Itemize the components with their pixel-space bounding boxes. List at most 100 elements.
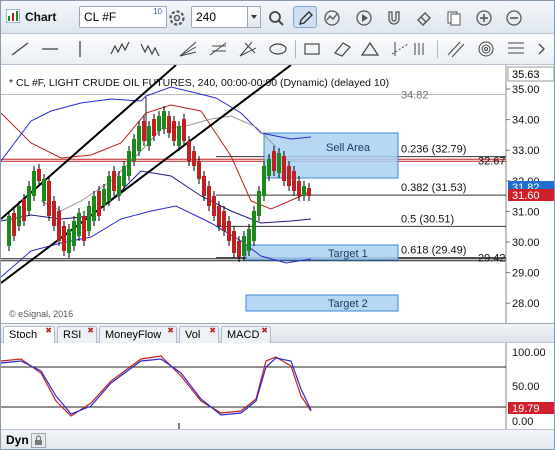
candle-body xyxy=(77,213,81,236)
candle-body xyxy=(182,119,186,141)
lock-icon[interactable] xyxy=(31,433,46,448)
price-tick-label: 28.00 xyxy=(512,298,540,310)
line-study-icon[interactable] xyxy=(319,6,343,28)
line-icon[interactable] xyxy=(9,39,31,59)
candle-body xyxy=(137,126,141,151)
fibonacci-fan-icon[interactable] xyxy=(177,39,199,59)
toolbar-separator xyxy=(437,40,438,58)
candle-body xyxy=(177,126,181,146)
tab-moneyflow[interactable]: MoneyFlow ✖ xyxy=(99,326,177,343)
candle-body xyxy=(217,206,221,226)
interval-dropdown-chevron-down-icon[interactable] xyxy=(247,6,261,28)
chevron-right-icon[interactable] xyxy=(531,39,553,59)
candle-body xyxy=(237,241,241,257)
indicator-tabs: Stoch ✖ RSI ✖ MoneyFlow ✖ Vol ✖ MACD ✖ xyxy=(1,323,554,343)
rectangle-icon[interactable] xyxy=(301,39,323,59)
candle-body xyxy=(97,191,101,216)
candle-body xyxy=(32,171,36,196)
candle-body xyxy=(307,188,311,196)
watermark: © eSignal, 2016 xyxy=(9,309,73,319)
tab-macd[interactable]: MACD ✖ xyxy=(221,326,271,343)
candle-body xyxy=(192,151,196,166)
chart-info-line: * CL #F, LIGHT CRUDE OIL FUTURES, 240, 0… xyxy=(9,77,390,89)
price-tick-label: 31.00 xyxy=(512,206,540,218)
price-flag-red-value: 31.60 xyxy=(512,190,540,202)
symbol-input[interactable]: CL #F 10 xyxy=(79,6,167,28)
price-tick-label: 34.00 xyxy=(512,115,540,127)
wave-icon[interactable] xyxy=(109,39,131,59)
stoch-tick-label: 50.00 xyxy=(512,381,540,393)
tab-vol[interactable]: Vol ✖ xyxy=(179,326,219,343)
candle-body xyxy=(302,186,306,196)
magnet-icon[interactable] xyxy=(381,6,405,28)
candle-body xyxy=(142,121,146,141)
candle-body xyxy=(232,231,236,253)
level-label: 34.82 xyxy=(401,90,429,102)
window-title: Chart xyxy=(25,10,57,24)
candle-body xyxy=(172,121,176,141)
tab-label: MACD xyxy=(227,329,260,341)
minus-circle-icon[interactable] xyxy=(501,6,525,28)
settings-gear-icon[interactable] xyxy=(164,6,188,28)
candle-body xyxy=(297,181,301,196)
price-chart[interactable]: 35.0034.0033.0032.0031.0030.0029.0028.00… xyxy=(1,65,555,323)
parallel-lines-icon[interactable] xyxy=(445,39,467,59)
close-icon[interactable]: ✖ xyxy=(167,326,174,335)
close-icon[interactable]: ✖ xyxy=(45,326,52,335)
close-icon[interactable]: ✖ xyxy=(261,326,268,335)
target2-label: Target 2 xyxy=(328,298,368,310)
drawing-toolbar xyxy=(1,34,554,65)
close-icon[interactable]: ✖ xyxy=(209,326,216,335)
plus-circle-icon[interactable] xyxy=(471,6,495,28)
candle-body xyxy=(27,186,31,211)
last-price-value: 35.63 xyxy=(512,69,540,81)
fib-label: 0.236 (32.79) xyxy=(401,144,466,156)
stochastic-panel[interactable]: 100.0050.000.0019.7901 xyxy=(1,343,555,429)
gann-fan-icon[interactable] xyxy=(237,39,259,59)
tab-rsi[interactable]: RSI ✖ xyxy=(57,326,97,343)
candle-body xyxy=(167,116,171,133)
candle-body xyxy=(17,206,21,226)
candle-body xyxy=(117,176,121,196)
candle-body xyxy=(112,171,116,191)
horizontal-line-icon[interactable] xyxy=(39,39,61,59)
play-icon[interactable] xyxy=(351,6,375,28)
tab-stoch[interactable]: Stoch ✖ xyxy=(3,326,55,343)
candle-body xyxy=(42,179,46,201)
candle-body xyxy=(207,186,211,206)
candle-body xyxy=(22,199,26,221)
candle-body xyxy=(187,141,191,161)
close-icon[interactable]: ✖ xyxy=(87,326,94,335)
candle-body xyxy=(152,119,156,136)
lower-band-line xyxy=(1,205,312,278)
more-icon[interactable] xyxy=(411,39,433,59)
symbol-value: CL #F xyxy=(84,10,117,24)
price-tick-label: 30.00 xyxy=(512,237,540,249)
fib-label: 0.618 (29.49) xyxy=(401,245,466,257)
spiral-icon[interactable] xyxy=(475,39,497,59)
triangle-icon[interactable] xyxy=(359,39,381,59)
window-titlebar: Chart CL #F 10 240 xyxy=(1,1,554,34)
candle-body xyxy=(52,201,56,226)
candle-body xyxy=(277,153,281,173)
eraser-tool-icon[interactable] xyxy=(411,6,435,28)
symbol-superscript: 10 xyxy=(153,7,162,16)
candle-body xyxy=(162,111,166,129)
fibonacci-retracement-icon[interactable] xyxy=(207,39,229,59)
tab-label: RSI xyxy=(63,329,82,341)
cross-lines-icon[interactable] xyxy=(505,39,527,59)
diamond-icon[interactable] xyxy=(331,39,353,59)
candle-body xyxy=(292,171,296,191)
price-tick-label: 35.00 xyxy=(512,84,540,96)
copy-icon[interactable] xyxy=(441,6,465,28)
candle-body xyxy=(7,216,11,246)
candle-body xyxy=(82,216,86,241)
candle-body xyxy=(222,211,226,231)
tab-label: Stoch xyxy=(9,329,38,341)
search-icon[interactable] xyxy=(263,6,287,28)
draw-pencil-icon[interactable] xyxy=(293,6,317,28)
dotted-line-icon[interactable] xyxy=(389,39,411,59)
wave-alt-icon[interactable] xyxy=(139,39,161,59)
ellipse-icon[interactable] xyxy=(267,39,289,59)
vertical-line-icon[interactable] xyxy=(69,39,91,59)
